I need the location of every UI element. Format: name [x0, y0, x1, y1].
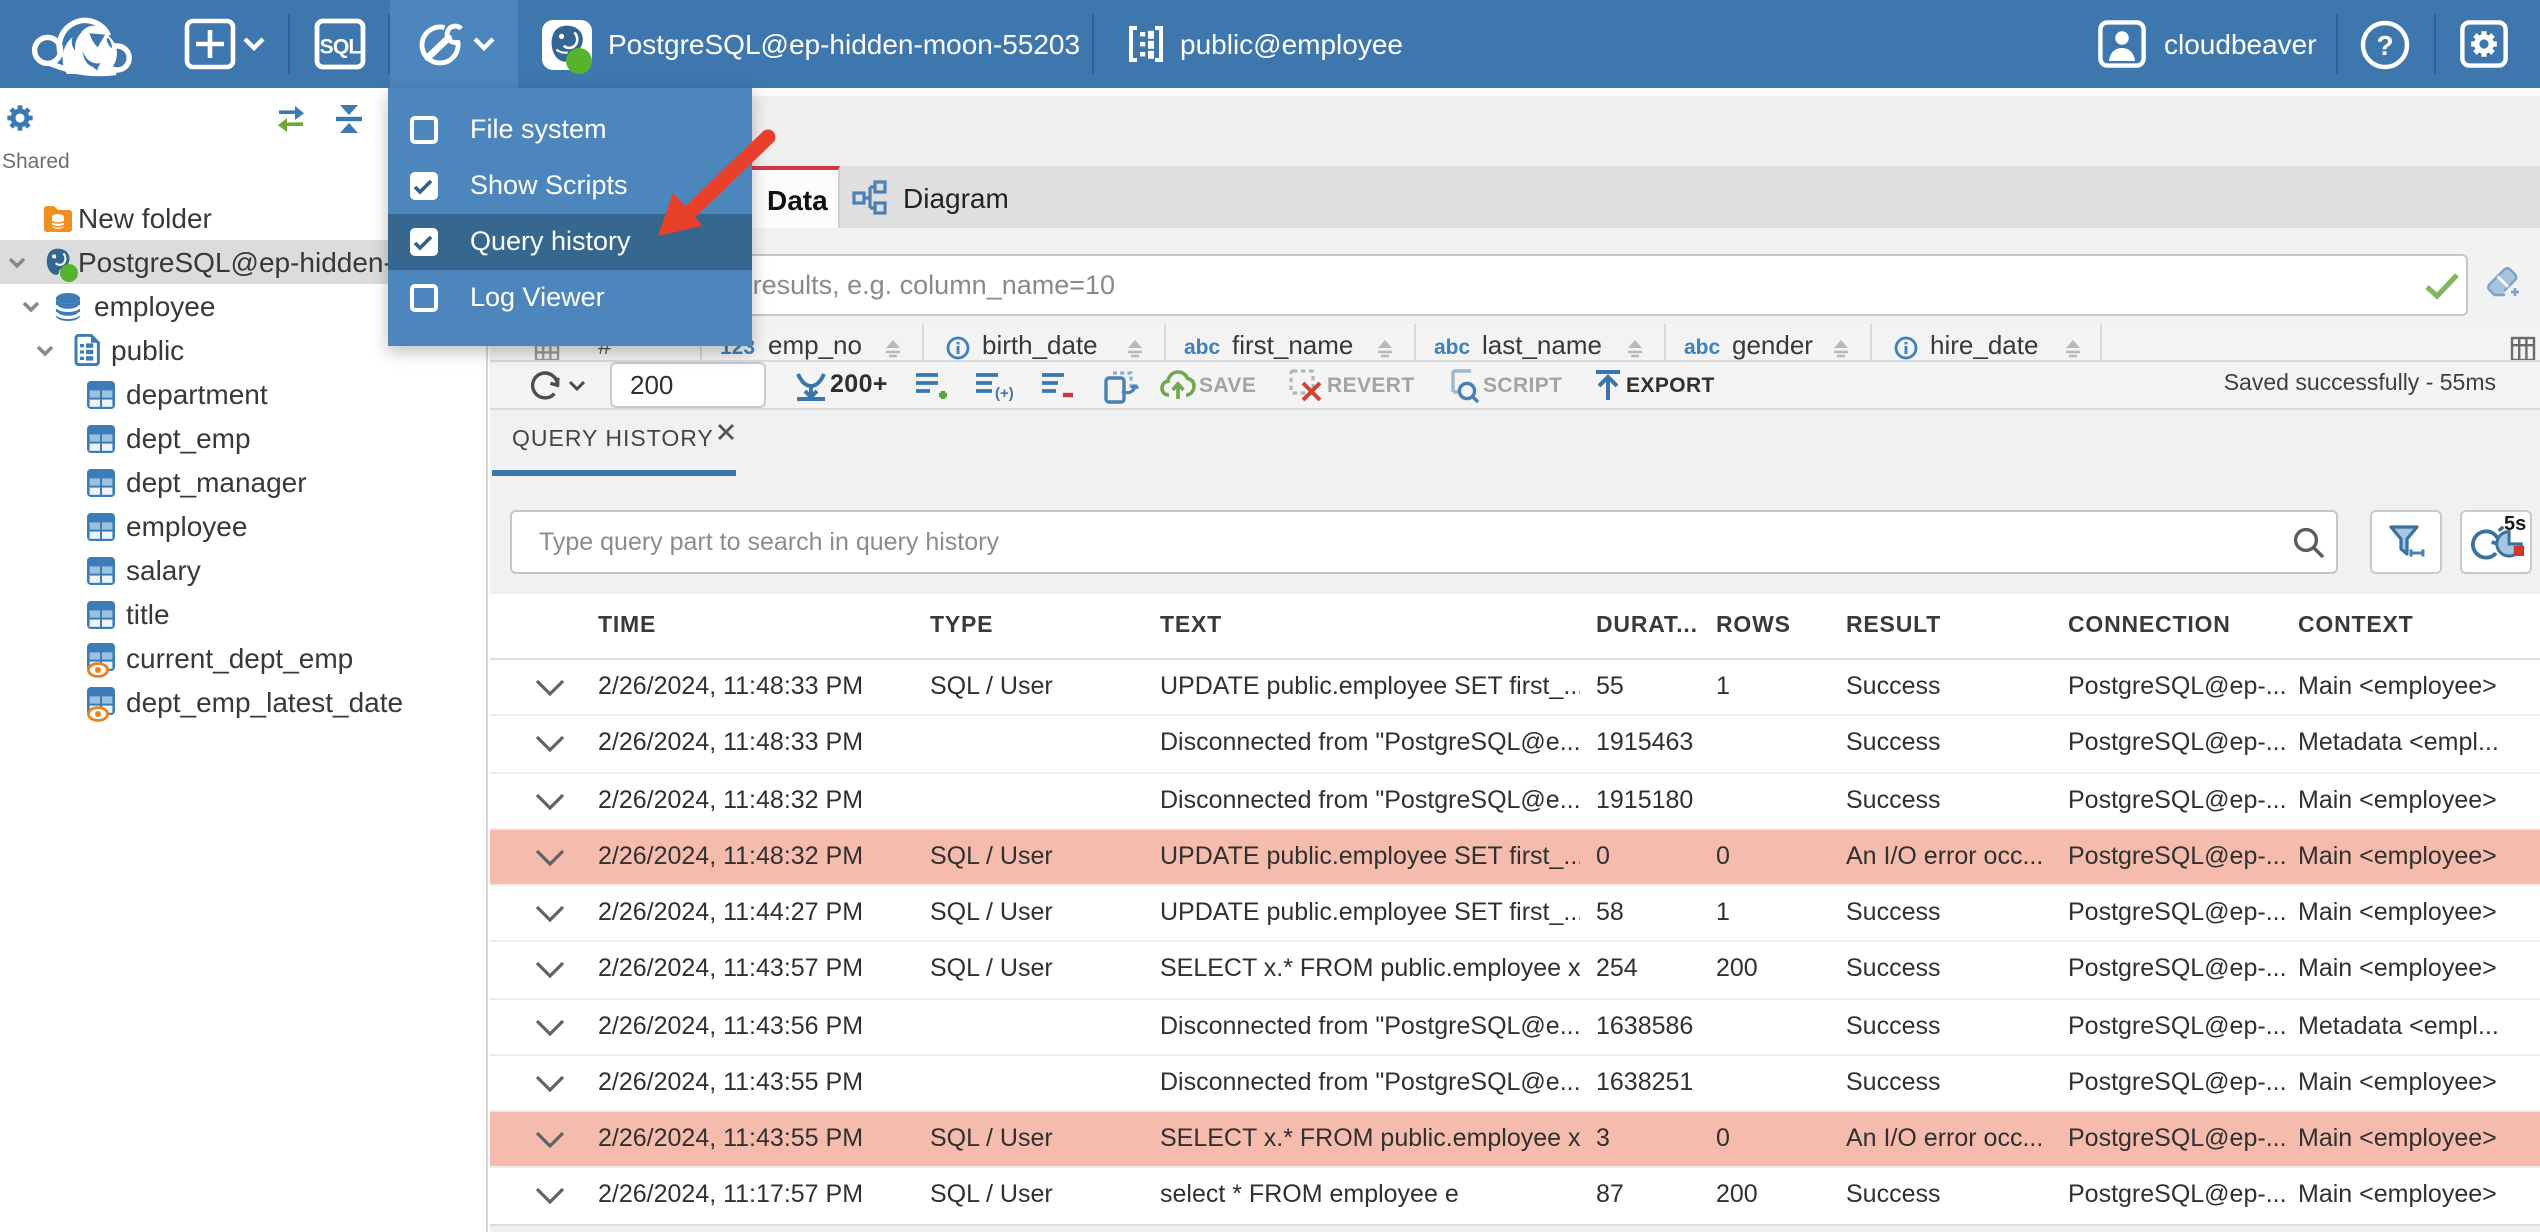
svg-text:SQL: SQL	[320, 36, 362, 59]
svg-text:(+): (+)	[994, 385, 1013, 402]
svg-text:?: ?	[2376, 29, 2393, 60]
